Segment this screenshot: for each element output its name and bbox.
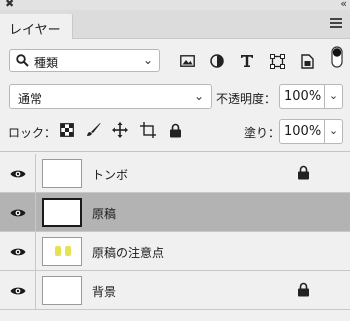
adjustment-filter-icon[interactable] <box>208 52 226 70</box>
visibility-toggle[interactable] <box>0 232 36 271</box>
layer-row[interactable]: トンボ <box>0 154 350 193</box>
lock-all-icon[interactable] <box>166 121 184 139</box>
lock-label: ロック： <box>8 126 57 140</box>
eye-icon <box>10 209 25 216</box>
text-filter-icon[interactable] <box>238 52 256 70</box>
visibility-toggle[interactable] <box>0 271 36 310</box>
layer-name[interactable]: 原稿 <box>92 205 116 222</box>
opacity-label: 不透明度： <box>216 92 277 106</box>
layer-row[interactable]: 原稿 <box>0 193 350 232</box>
blend-mode-value: 通常 <box>18 92 43 106</box>
layer-thumbnail[interactable] <box>42 198 82 227</box>
chevron-down-icon: ⌄ <box>142 53 153 67</box>
lock-image-pixels-icon[interactable] <box>84 121 102 139</box>
layer-name[interactable]: トンボ <box>92 166 128 183</box>
lock-transparent-pixels-icon[interactable] <box>58 121 76 139</box>
smart-object-filter-icon[interactable] <box>298 52 316 70</box>
lock-icon[interactable] <box>297 165 310 180</box>
panel-tab-row: レイヤー <box>0 10 350 39</box>
fill-label: 塗り： <box>244 126 281 140</box>
eye-icon <box>10 170 25 177</box>
layer-thumbnail[interactable] <box>42 159 82 188</box>
eye-icon <box>10 248 25 255</box>
layer-row[interactable]: 原稿の注意点 <box>0 232 350 271</box>
layer-thumbnail[interactable] <box>42 276 82 305</box>
shape-filter-icon[interactable] <box>268 52 286 70</box>
visibility-toggle[interactable] <box>0 193 36 232</box>
kind-filter-label: 種類 <box>34 56 59 70</box>
layer-name[interactable]: 背景 <box>92 283 116 300</box>
layers-list: トンボ 原稿 原稿の注意点 背景 <box>0 151 350 321</box>
hamburger-icon[interactable] <box>330 18 342 29</box>
opacity-value: 100% <box>284 89 322 104</box>
layer-row[interactable]: 背景 <box>0 271 350 310</box>
filter-toggle-icon[interactable] <box>328 46 346 68</box>
fill-dropdown-button[interactable]: ⌄ <box>325 119 343 144</box>
lock-icon[interactable] <box>297 282 310 297</box>
panel-top-strip: ✖ ‹‹ <box>0 0 350 10</box>
opacity-dropdown-button[interactable]: ⌄ <box>325 84 343 109</box>
opacity-input[interactable]: 100% <box>279 84 325 109</box>
fill-value: 100% <box>284 124 322 139</box>
search-icon <box>16 54 29 67</box>
tab-layers-label: レイヤー <box>9 23 61 38</box>
lock-position-icon[interactable] <box>111 121 129 139</box>
lock-artboard-icon[interactable] <box>139 121 157 139</box>
tab-layers[interactable]: レイヤー <box>0 14 73 39</box>
layer-kind-filter-select[interactable]: 種類 ⌄ <box>9 49 160 72</box>
visibility-toggle[interactable] <box>0 154 36 193</box>
eye-icon <box>10 287 25 294</box>
chevron-down-icon: ⌄ <box>193 89 204 103</box>
image-filter-icon[interactable] <box>178 52 196 70</box>
layer-thumbnail[interactable] <box>42 237 82 266</box>
layer-name[interactable]: 原稿の注意点 <box>92 244 164 261</box>
blend-mode-select[interactable]: 通常 ⌄ <box>9 84 212 109</box>
fill-input[interactable]: 100% <box>279 119 325 144</box>
